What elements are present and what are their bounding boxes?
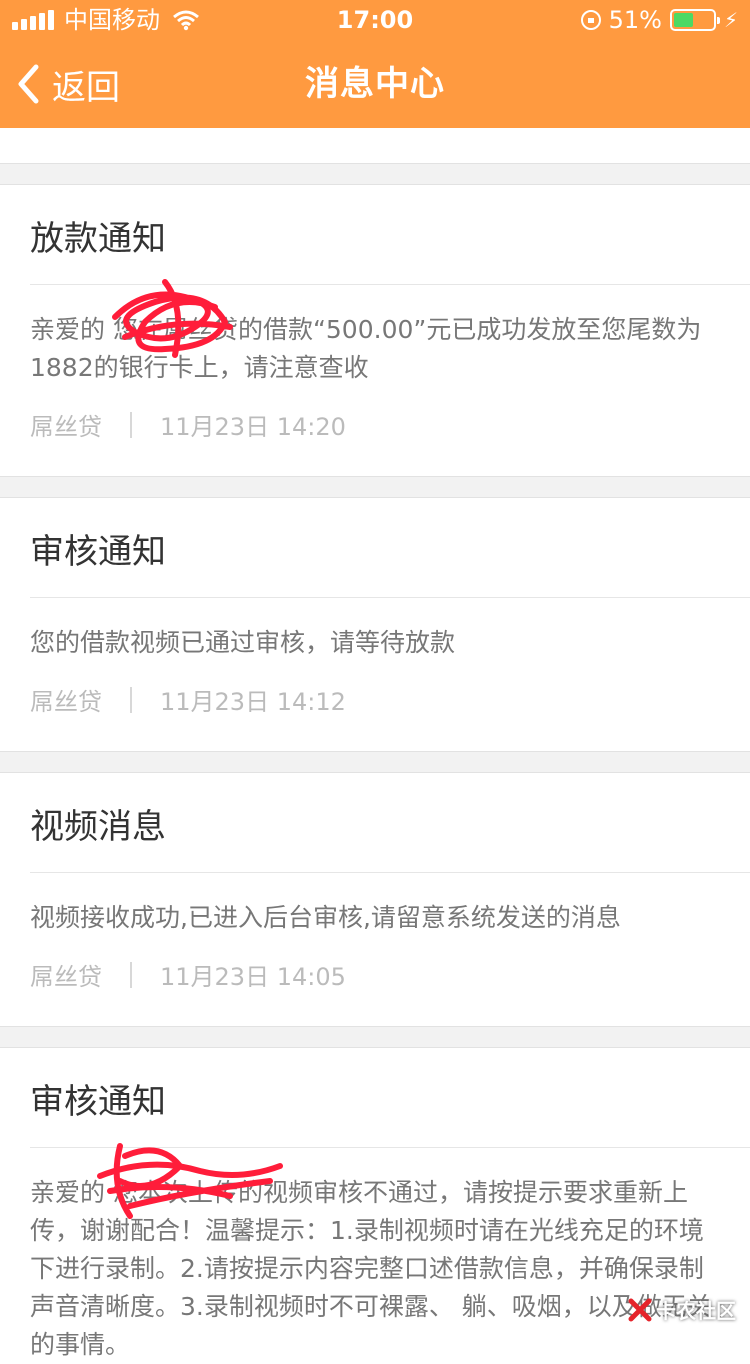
watermark: 卡农社区: [628, 1295, 736, 1324]
battery-percent: 51%: [609, 0, 662, 40]
message-source: 屌丝贷: [30, 407, 102, 442]
nav-bar: 返回 消息中心: [0, 40, 750, 128]
top-bar: 中国移动 17:00 51% ⚡ 返回 消息中心: [0, 0, 750, 128]
message-title: 审核通知: [30, 498, 750, 598]
battery-icon: [670, 9, 716, 31]
message-title: 审核通知: [30, 1048, 750, 1148]
message-meta: 屌丝贷 11月23日 14:05: [30, 937, 750, 1026]
page-title: 消息中心: [0, 40, 750, 128]
battery-fill: [674, 13, 693, 27]
message-body: 视频接收成功,已进入后台审核,请留意系统发送的消息: [30, 873, 750, 937]
meta-divider: [130, 412, 132, 438]
message-meta: 屌丝贷 11月23日 14:20: [30, 387, 750, 476]
meta-divider: [130, 687, 132, 713]
message-time: 11月23日 14:05: [160, 957, 346, 992]
message-meta: 屌丝贷 11月23日 14:12: [30, 662, 750, 751]
status-bar: 中国移动 17:00 51% ⚡: [0, 0, 750, 40]
message-source: 屌丝贷: [30, 682, 102, 717]
message-card[interactable]: 放款通知 亲爱的 您在屌丝贷的借款“500.00”元已成功发放至您尾数为1882…: [0, 184, 750, 477]
message-card[interactable]: 视频消息 视频接收成功,已进入后台审核,请留意系统发送的消息 屌丝贷 11月23…: [0, 772, 750, 1027]
message-title: 视频消息: [30, 773, 750, 873]
message-title: 放款通知: [30, 185, 750, 285]
message-card[interactable]: 审核通知 您的借款视频已通过审核，请等待放款 屌丝贷 11月23日 14:12: [0, 497, 750, 752]
message-source: 屌丝贷: [30, 957, 102, 992]
watermark-text: 卡农社区: [656, 1295, 736, 1324]
message-time: 11月23日 14:20: [160, 407, 346, 442]
meta-divider: [130, 962, 132, 988]
message-body: 您的借款视频已通过审核，请等待放款: [30, 598, 750, 662]
orientation-lock-icon: [581, 10, 601, 30]
charging-bolt-icon: ⚡: [724, 0, 738, 40]
watermark-logo-icon: [628, 1298, 652, 1322]
list-header-strip: [0, 128, 750, 164]
message-body: 亲爱的 您本次上传的视频审核不通过，请按提示要求重新上传，谢谢配合！温馨提示：1…: [30, 1148, 750, 1364]
message-time: 11月23日 14:12: [160, 682, 346, 717]
message-body: 亲爱的 您在屌丝贷的借款“500.00”元已成功发放至您尾数为1882的银行卡上…: [30, 285, 750, 387]
message-list: 放款通知 亲爱的 您在屌丝贷的借款“500.00”元已成功发放至您尾数为1882…: [0, 128, 750, 1364]
